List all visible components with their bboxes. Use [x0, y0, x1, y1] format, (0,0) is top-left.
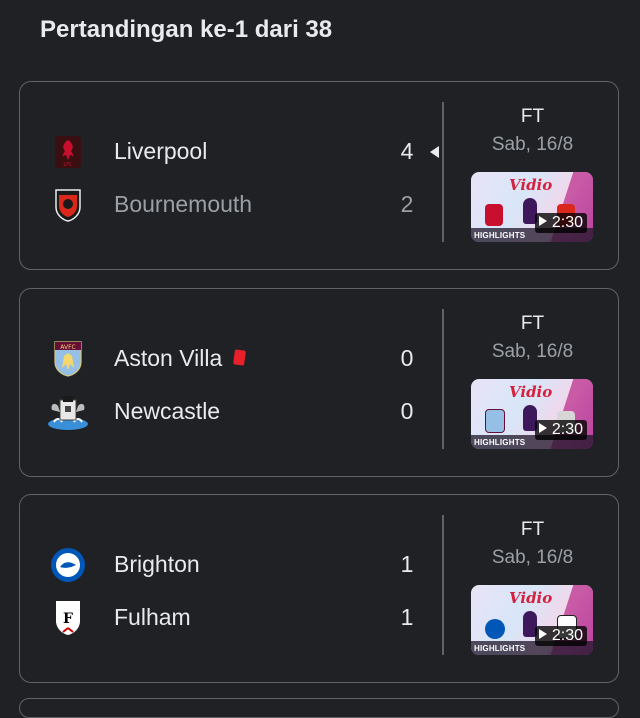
play-icon: [538, 216, 547, 226]
away-team-row: Newcastle 0: [20, 392, 440, 432]
team-name: Bournemouth: [114, 191, 253, 217]
svg-text:F: F: [63, 611, 73, 627]
aston-villa-crest-icon: [485, 409, 505, 433]
match-status: FT: [520, 106, 545, 127]
newcastle-crest-icon: [46, 392, 90, 432]
play-icon: [538, 629, 547, 639]
next-match-card[interactable]: [19, 698, 619, 718]
svg-text:LFC: LFC: [63, 162, 73, 168]
aston-villa-crest-icon: AVFC: [50, 339, 86, 379]
bournemouth-crest-icon: [50, 185, 86, 225]
liverpool-crest-icon: [485, 204, 503, 226]
vidio-logo: Vidio: [509, 176, 553, 194]
highlights-label: HIGHLIGHTS: [474, 644, 526, 653]
highlights-label: HIGHLIGHTS: [474, 231, 526, 240]
winner-arrow-icon: [430, 146, 439, 158]
duration-text: 2:30: [551, 214, 583, 231]
match-date: Sab, 16/8: [491, 134, 574, 155]
match-card[interactable]: Brighton 1 F Fulham 1 FT Sab, 16/8 Vidio…: [19, 494, 619, 683]
match-card[interactable]: AVFC Aston Villa 0 Newcastle 0 FT Sab, 1…: [19, 288, 619, 477]
fulham-crest-icon: F: [50, 598, 86, 638]
divider: [442, 309, 444, 449]
brighton-crest-icon: [485, 619, 505, 639]
brighton-crest-icon: [50, 545, 86, 585]
home-team-row: AVFC Aston Villa 0: [20, 339, 440, 379]
home-team-row: Brighton 1: [20, 545, 440, 585]
duration-text: 2:30: [551, 421, 583, 438]
vidio-logo: Vidio: [509, 589, 553, 607]
home-team-row: LFC Liverpool 4: [20, 132, 440, 172]
highlights-video-thumbnail[interactable]: Vidio HIGHLIGHTS 2:30: [471, 585, 593, 655]
highlights-video-thumbnail[interactable]: Vidio HIGHLIGHTS 2:30: [471, 172, 593, 242]
team-name: Newcastle: [114, 398, 221, 424]
highlights-label: HIGHLIGHTS: [474, 438, 526, 447]
team-score: 0: [400, 345, 414, 371]
team-score: 2: [400, 191, 414, 217]
play-icon: [538, 423, 547, 433]
page-title: Pertandingan ke-1 dari 38: [40, 16, 333, 43]
video-duration: 2:30: [534, 626, 587, 646]
match-date: Sab, 16/8: [491, 547, 574, 568]
liverpool-crest-icon: LFC: [50, 132, 86, 172]
match-date: Sab, 16/8: [491, 341, 574, 362]
divider: [442, 102, 444, 242]
team-score: 1: [400, 604, 414, 630]
match-card[interactable]: LFC Liverpool 4 Bournemouth 2 FT Sab, 16…: [19, 81, 619, 270]
away-team-row: Bournemouth 2: [20, 185, 440, 225]
video-duration: 2:30: [534, 420, 587, 440]
away-team-row: F Fulham 1: [20, 598, 440, 638]
team-name: Aston Villa: [114, 345, 247, 372]
vidio-logo: Vidio: [509, 383, 553, 401]
video-duration: 2:30: [534, 213, 587, 233]
svg-text:AVFC: AVFC: [60, 344, 75, 351]
team-score: 0: [400, 398, 414, 424]
match-status: FT: [520, 519, 545, 540]
duration-text: 2:30: [551, 627, 583, 644]
red-card-icon: [233, 349, 247, 366]
team-score: 4: [400, 138, 414, 164]
team-name: Brighton: [114, 551, 200, 577]
highlights-video-thumbnail[interactable]: Vidio HIGHLIGHTS 2:30: [471, 379, 593, 449]
match-status: FT: [520, 313, 545, 334]
team-name: Liverpool: [114, 138, 208, 164]
team-name: Fulham: [114, 604, 191, 630]
team-name-text: Aston Villa: [114, 345, 223, 371]
team-score: 1: [400, 551, 414, 577]
divider: [442, 515, 444, 655]
